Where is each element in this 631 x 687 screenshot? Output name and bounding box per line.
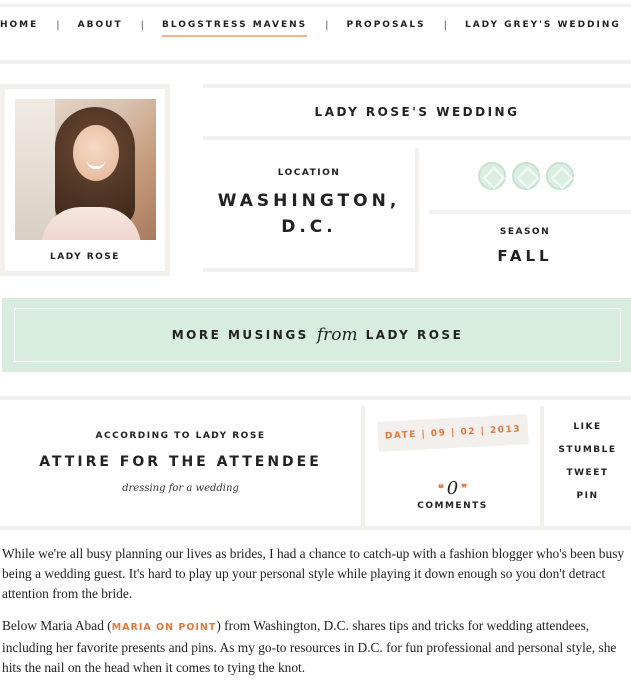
article-body: While we're all busy planning our lives …: [2, 544, 628, 687]
musings-prefix: MORE MUSINGS: [171, 328, 309, 342]
profile-name: LADY ROSE: [50, 252, 120, 262]
gem-icon: [512, 162, 540, 190]
share-list: LIKE STUMBLE TWEET PIN: [544, 420, 631, 512]
body-paragraph-1: While we're all busy planning our lives …: [2, 546, 625, 601]
location-line-2: D.C.: [281, 217, 337, 237]
share-pin-button[interactable]: PIN: [544, 489, 631, 512]
nav-separator: |: [325, 20, 329, 31]
article-top-border: [0, 396, 631, 400]
article-bottom-border: [0, 526, 631, 530]
wedding-title: LADY ROSE'S WEDDING: [314, 105, 520, 119]
location-value: WASHINGTON, D.C.: [203, 188, 415, 240]
article-subtitle: dressing for a wedding: [122, 483, 239, 494]
maria-on-point-link[interactable]: MARIA ON POINT: [112, 622, 217, 633]
close-quote-icon: ❞: [461, 482, 468, 495]
main-nav: HOME | ABOUT | BLOGSTRESS MAVENS | PROPO…: [0, 20, 631, 48]
share-tweet-button[interactable]: TWEET: [544, 466, 631, 489]
more-musings-band: MORE MUSINGS from LADY ROSE: [2, 298, 631, 372]
gem-icon: [546, 162, 574, 190]
body-paragraph-2: Below Maria Abad (MARIA ON POINT) from W…: [2, 618, 617, 675]
nav-item-lady-greys-wedding[interactable]: LADY GREY'S WEDDING: [465, 20, 621, 35]
article-byline: ACCORDING TO LADY ROSE: [95, 431, 266, 441]
date-label: DATE: [384, 429, 418, 442]
nav-top-border: [0, 4, 631, 7]
location-panel: LOCATION WASHINGTON, D.C.: [203, 150, 415, 272]
musings-from: from: [316, 325, 358, 345]
date-day: 02: [460, 426, 477, 438]
gem-rating: [478, 162, 574, 190]
more-musings-button[interactable]: MORE MUSINGS from LADY ROSE: [14, 308, 621, 362]
article-title: ATTIRE FOR THE ATTENDEE: [39, 454, 322, 470]
nav-item-about[interactable]: ABOUT: [78, 20, 123, 35]
nav-item-blogstress-mavens[interactable]: BLOGSTRESS MAVENS: [161, 20, 308, 37]
season-value: FALL: [497, 247, 553, 265]
nav-bottom-border: [0, 60, 631, 64]
nav-item-home[interactable]: HOME: [0, 20, 38, 35]
date-tag: DATE | 09 | 02 | 2013: [377, 414, 529, 452]
nav-separator: |: [56, 20, 60, 31]
season-label: SEASON: [499, 227, 551, 237]
gem-icon: [478, 162, 506, 190]
musings-suffix: LADY ROSE: [365, 328, 464, 342]
season-divider: [429, 210, 631, 214]
share-like-button[interactable]: LIKE: [544, 420, 631, 443]
comments-link[interactable]: COMMENTS: [365, 501, 540, 511]
location-line-1: WASHINGTON,: [217, 191, 401, 211]
panel-divider: [415, 148, 419, 272]
profile-photo[interactable]: [15, 99, 156, 240]
nav-item-proposals[interactable]: PROPOSALS: [347, 20, 426, 35]
date-text: DATE | 09 | 02 | 2013: [385, 424, 522, 441]
comment-count: 0: [446, 478, 459, 499]
date-year: 2013: [489, 424, 522, 437]
location-label: LOCATION: [277, 168, 341, 178]
profile-card: LADY ROSE: [0, 84, 170, 276]
date-month: 09: [430, 428, 447, 440]
nav-separator: |: [443, 20, 447, 31]
open-quote-icon: ❝: [437, 482, 444, 495]
wedding-title-box: LADY ROSE'S WEDDING: [203, 84, 631, 140]
nav-separator: |: [140, 20, 144, 31]
comments-count[interactable]: ❝ 0 ❞: [365, 478, 540, 499]
share-stumble-button[interactable]: STUMBLE: [544, 443, 631, 466]
